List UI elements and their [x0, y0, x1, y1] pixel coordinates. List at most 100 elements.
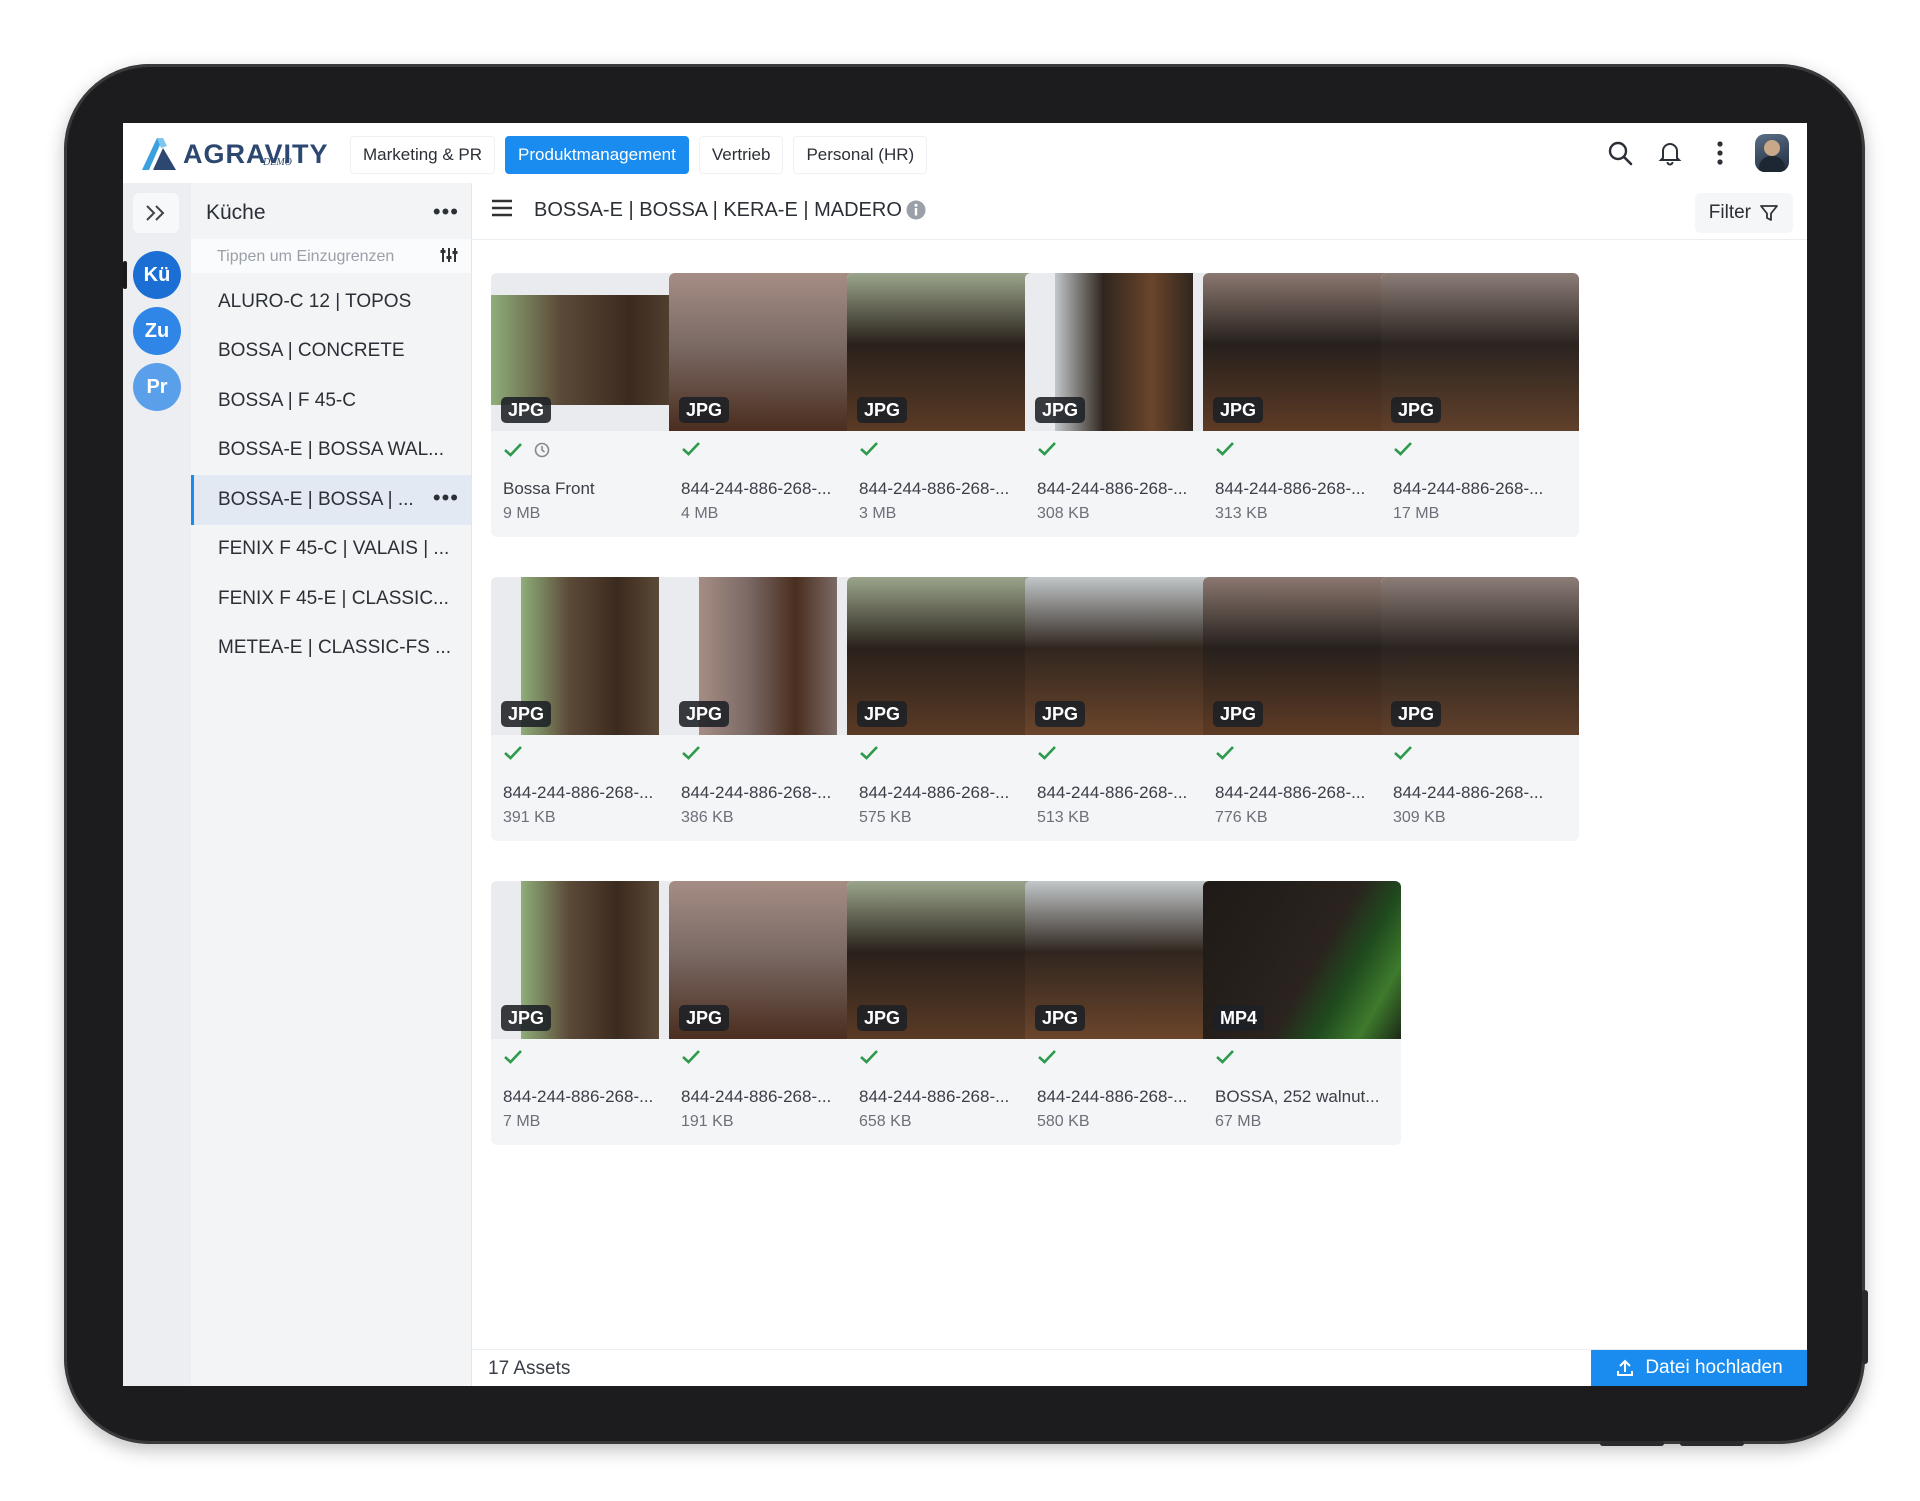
asset-footer: 17 Assets Datei hochladen: [472, 1349, 1807, 1386]
collection-item-label: BOSSA-E | BOSSA WAL...: [218, 439, 444, 461]
asset-size: 7 MB: [503, 1113, 541, 1130]
collection-item[interactable]: METEA-E | CLASSIC-FS ...: [191, 624, 471, 674]
collection-breadcrumb: BOSSA-E | BOSSA | KERA-E | MADERO: [534, 199, 902, 221]
app-logo[interactable]: AGRAVITY: [139, 133, 329, 175]
collection-list: ALURO-C 12 | TOPOS BOSSA | CONCRETE BOSSA …: [191, 277, 471, 673]
asset-status: [859, 1049, 879, 1070]
asset-card[interactable]: JPG 844-244-886-268-... 191 KB: [669, 881, 867, 1145]
asset-name: 844-244-886-268-...: [503, 1087, 654, 1106]
collection-filter-input[interactable]: [215, 243, 419, 271]
collection-more-icon[interactable]: •••: [433, 199, 459, 225]
asset-status: [1215, 745, 1235, 766]
asset-card[interactable]: MP4 BOSSA, 252 walnut... 67 MB: [1203, 881, 1401, 1145]
asset-size: 17 MB: [1393, 505, 1440, 522]
collection-item[interactable]: FENIX F 45-E | CLASSIC...: [191, 574, 471, 624]
tab-vertrieb[interactable]: Vertrieb: [698, 136, 784, 174]
tab-produktmanagement[interactable]: Produktmanagement: [505, 136, 689, 174]
asset-status: [859, 745, 879, 766]
collection-item[interactable]: ALURO-C 12 | TOPOS: [191, 277, 471, 327]
asset-card[interactable]: JPG 844-244-886-268-... 580 KB: [1025, 881, 1223, 1145]
asset-thumbnail: JPG: [1025, 273, 1223, 431]
asset-card[interactable]: JPG 844-244-886-268-... 575 KB: [847, 577, 1045, 841]
collection-item-more-icon[interactable]: •••: [433, 485, 459, 511]
collection-item-label: ALURO-C 12 | TOPOS: [218, 290, 412, 312]
asset-thumbnail: JPG: [491, 577, 689, 735]
asset-status: [1037, 1049, 1057, 1070]
asset-size: 191 KB: [681, 1113, 734, 1130]
sliders-icon[interactable]: [439, 245, 459, 265]
info-icon[interactable]: [905, 199, 927, 226]
asset-status: [503, 1049, 523, 1070]
checkmark-icon: [1393, 745, 1413, 766]
asset-card[interactable]: JPG 844-244-886-268-... 4 MB: [669, 273, 867, 537]
asset-card[interactable]: JPG 844-244-886-268-... 513 KB: [1025, 577, 1223, 841]
file-type-badge: JPG: [679, 1005, 730, 1031]
asset-size: 9 MB: [503, 505, 541, 522]
asset-name: 844-244-886-268-...: [1037, 1087, 1188, 1106]
checkmark-icon: [859, 441, 879, 462]
asset-size: 575 KB: [859, 809, 912, 826]
asset-name: 844-244-886-268-...: [1037, 479, 1188, 498]
more-vertical-icon[interactable]: [1705, 133, 1735, 173]
asset-thumbnail: JPG: [1025, 881, 1223, 1039]
asset-card[interactable]: JPG 844-244-886-268-... 309 KB: [1381, 577, 1579, 841]
asset-status: [1393, 441, 1413, 462]
upload-file-button[interactable]: Datei hochladen: [1591, 1350, 1807, 1386]
user-avatar[interactable]: [1755, 134, 1789, 172]
asset-size: 3 MB: [859, 505, 897, 522]
expand-rail-icon[interactable]: [133, 193, 179, 233]
tablet-side-button: [1862, 1290, 1868, 1364]
asset-name: 844-244-886-268-...: [859, 479, 1010, 498]
file-type-badge: JPG: [1213, 397, 1264, 423]
app-screen: AGRAVITY DEMO Marketing & PR Produktmanag…: [123, 123, 1807, 1386]
area-tabs: Marketing & PR Produktmanagement Vertrieb P…: [350, 136, 928, 174]
file-type-badge: JPG: [501, 701, 552, 727]
asset-status: [681, 1049, 701, 1070]
asset-name: 844-244-886-268-...: [1215, 479, 1366, 498]
active-workspace-indicator: [123, 261, 127, 289]
collection-item-label: METEA-E | CLASSIC-FS ...: [218, 637, 451, 659]
collection-item-label: BOSSA | F 45-C: [218, 389, 356, 411]
asset-count: 17 Assets: [488, 1358, 571, 1379]
top-bar: AGRAVITY DEMO Marketing & PR Produktmanag…: [123, 123, 1807, 183]
bell-icon[interactable]: [1655, 133, 1685, 173]
collection-item[interactable]: BOSSA-E | BOSSA WAL...: [191, 426, 471, 476]
workspace-avatar[interactable]: Zu: [133, 307, 181, 355]
asset-card[interactable]: JPG 844-244-886-268-... 3 MB: [847, 273, 1045, 537]
asset-card[interactable]: JPG 844-244-886-268-... 308 KB: [1025, 273, 1223, 537]
asset-card[interactable]: JPG 844-244-886-268-... 7 MB: [491, 881, 689, 1145]
asset-card[interactable]: JPG 844-244-886-268-... 391 KB: [491, 577, 689, 841]
asset-size: 313 KB: [1215, 505, 1268, 522]
file-type-badge: JPG: [1213, 701, 1264, 727]
checkmark-icon: [681, 1049, 701, 1070]
asset-name: 844-244-886-268-...: [859, 783, 1010, 802]
workspace-avatar[interactable]: Pr: [133, 363, 181, 411]
asset-toolbar: BOSSA-E | BOSSA | KERA-E | MADERO Filter: [472, 183, 1807, 240]
collection-item[interactable]: BOSSA-E | BOSSA | ... •••: [191, 475, 471, 525]
file-type-badge: JPG: [501, 1005, 552, 1031]
asset-card[interactable]: JPG 844-244-886-268-... 17 MB: [1381, 273, 1579, 537]
collection-item-label: FENIX F 45-E | CLASSIC...: [218, 587, 449, 609]
filter-button[interactable]: Filter: [1694, 193, 1793, 233]
asset-name: 844-244-886-268-...: [1215, 783, 1366, 802]
asset-thumbnail: JPG: [1203, 577, 1401, 735]
tab-personal-hr[interactable]: Personal (HR): [793, 136, 928, 174]
asset-card[interactable]: JPG 844-244-886-268-... 313 KB: [1203, 273, 1401, 537]
checkmark-icon: [1037, 441, 1057, 462]
asset-card[interactable]: JPG Bossa Front 9 MB: [491, 273, 689, 537]
asset-name: BOSSA, 252 walnut...: [1215, 1087, 1380, 1106]
asset-size: 309 KB: [1393, 809, 1446, 826]
hamburger-menu-icon[interactable]: [490, 197, 514, 224]
tab-marketing-pr[interactable]: Marketing & PR: [350, 136, 496, 174]
collection-item[interactable]: BOSSA | CONCRETE: [191, 327, 471, 377]
collection-item[interactable]: BOSSA | F 45-C: [191, 376, 471, 426]
search-icon[interactable]: [1605, 133, 1635, 173]
asset-thumbnail: JPG: [1381, 273, 1579, 431]
asset-card[interactable]: JPG 844-244-886-268-... 776 KB: [1203, 577, 1401, 841]
logo-subtitle: DEMO: [263, 157, 292, 168]
asset-card[interactable]: JPG 844-244-886-268-... 386 KB: [669, 577, 867, 841]
asset-card[interactable]: JPG 844-244-886-268-... 658 KB: [847, 881, 1045, 1145]
asset-status: [1393, 745, 1413, 766]
collection-item[interactable]: FENIX F 45-C | VALAIS | ...: [191, 525, 471, 575]
workspace-avatar[interactable]: Kü: [133, 251, 181, 299]
